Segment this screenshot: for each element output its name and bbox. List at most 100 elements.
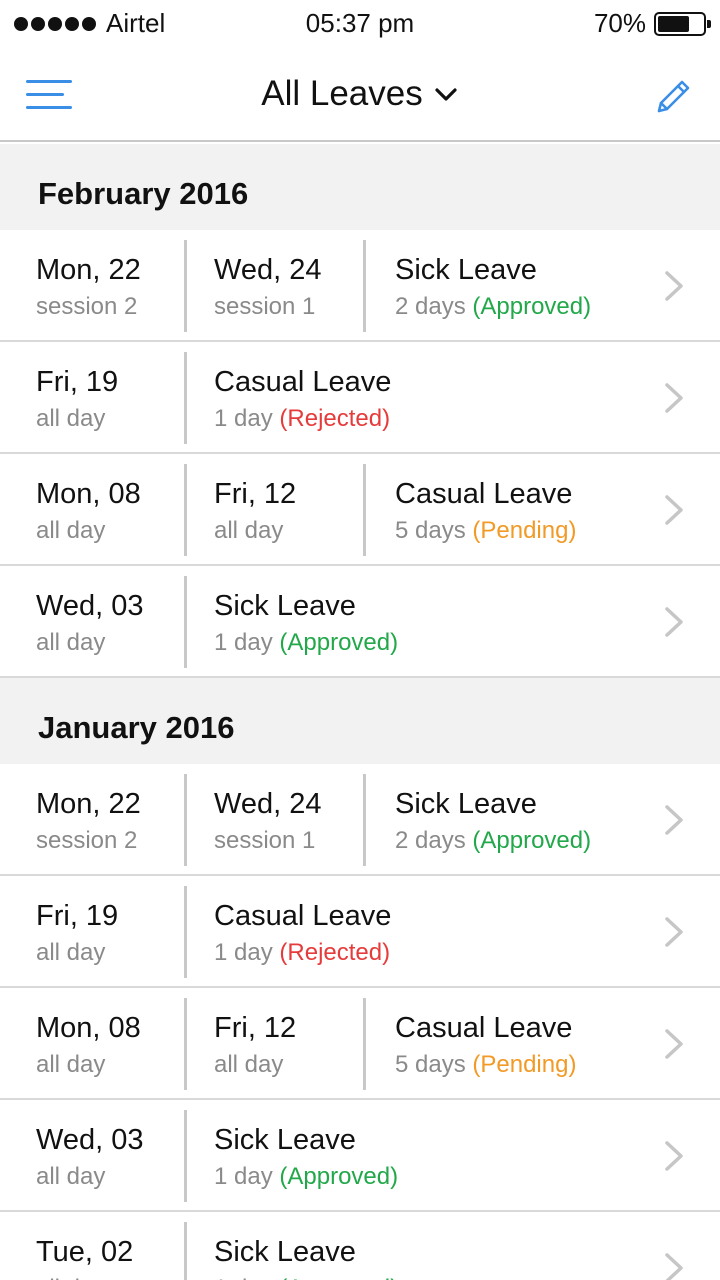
leave-summary: 5 days (Pending) xyxy=(395,1051,665,1079)
start-date: Tue, 02 xyxy=(36,1236,134,1268)
leave-row[interactable]: Tue, 02 all day Sick Leave 1 day (Approved) xyxy=(0,1212,720,1280)
column-divider xyxy=(184,774,187,866)
start-session: all day xyxy=(36,405,106,432)
end-date: Wed, 24 xyxy=(214,788,322,820)
section-header: January 2016 xyxy=(0,678,720,764)
column-divider xyxy=(184,1110,187,1202)
leave-summary: 1 day (Approved) xyxy=(214,629,634,657)
leave-start: Mon, 22 session 2 xyxy=(36,240,186,332)
chevron-right-icon xyxy=(662,268,686,304)
start-session: all day xyxy=(36,629,106,656)
leave-summary: 2 days (Approved) xyxy=(395,293,665,321)
leave-type: Sick Leave xyxy=(395,788,537,820)
leave-type: Sick Leave xyxy=(214,590,356,622)
end-session: session 1 xyxy=(214,293,316,320)
end-session: session 1 xyxy=(214,827,316,854)
leave-type: Casual Leave xyxy=(395,1012,573,1044)
leave-row[interactable]: Wed, 03 all day Sick Leave 1 day (Approved) xyxy=(0,1100,720,1212)
leave-info: Sick Leave 2 days (Approved) xyxy=(395,240,665,332)
leave-info: Casual Leave 1 day (Rejected) xyxy=(214,352,634,444)
leave-start: Fri, 19 all day xyxy=(36,352,186,444)
start-date: Mon, 22 xyxy=(36,254,141,286)
leave-start: Wed, 03 all day xyxy=(36,576,186,668)
status-badge: (Rejected) xyxy=(279,939,391,966)
leave-end: Wed, 24 session 1 xyxy=(214,774,364,866)
chevron-right-icon xyxy=(662,604,686,640)
battery-icon xyxy=(654,11,711,36)
end-date: Fri, 12 xyxy=(214,1012,297,1044)
leave-start: Mon, 08 all day xyxy=(36,998,186,1090)
start-session: all day xyxy=(36,1163,106,1190)
status-badge: (Approved) xyxy=(279,629,399,656)
leave-summary: 1 day (Rejected) xyxy=(214,405,634,433)
column-divider xyxy=(363,774,366,866)
leave-summary: 2 days (Approved) xyxy=(395,827,665,855)
leave-duration: 5 days xyxy=(395,517,466,544)
chevron-right-icon xyxy=(662,802,686,838)
status-bar-right: 70% xyxy=(593,8,711,39)
navigation-bar: All Leaves xyxy=(0,48,720,142)
column-divider xyxy=(184,240,187,332)
status-badge: (Rejected) xyxy=(279,405,391,432)
status-badge: (Approved) xyxy=(472,827,592,854)
leave-row[interactable]: Mon, 08 all day Fri, 12 all day Casual Leave… xyxy=(0,454,720,566)
leave-summary: 5 days (Pending) xyxy=(395,517,665,545)
start-session: session 2 xyxy=(36,293,138,320)
leave-type: Casual Leave xyxy=(214,366,392,398)
leave-type: Sick Leave xyxy=(214,1124,356,1156)
leave-row[interactable]: Wed, 03 all day Sick Leave 1 day (Approved) xyxy=(0,566,720,678)
column-divider xyxy=(184,464,187,556)
start-date: Fri, 19 xyxy=(36,366,119,398)
leave-type: Casual Leave xyxy=(214,900,392,932)
status-badge: (Pending) xyxy=(472,1051,577,1078)
column-divider xyxy=(363,998,366,1090)
leave-row[interactable]: Fri, 19 all day Casual Leave 1 day (Rejecte… xyxy=(0,342,720,454)
start-date: Mon, 08 xyxy=(36,1012,141,1044)
start-date: Wed, 03 xyxy=(36,1124,144,1156)
leave-info: Casual Leave 5 days (Pending) xyxy=(395,998,665,1090)
chevron-down-icon xyxy=(435,88,457,101)
leave-end: Fri, 12 all day xyxy=(214,464,364,556)
leave-info: Sick Leave 1 day (Approved) xyxy=(214,1222,634,1280)
column-divider xyxy=(184,576,187,668)
end-session: all day xyxy=(214,517,284,544)
leave-start: Mon, 08 all day xyxy=(36,464,186,556)
chevron-right-icon xyxy=(662,1250,686,1280)
leave-row[interactable]: Mon, 22 session 2 Wed, 24 session 1 Sick Lea… xyxy=(0,230,720,342)
leave-row[interactable]: Mon, 22 session 2 Wed, 24 session 1 Sick Lea… xyxy=(0,764,720,876)
start-date: Mon, 22 xyxy=(36,788,141,820)
column-divider xyxy=(363,240,366,332)
leave-list: February 2016 Mon, 22 session 2 Wed, 24 sess… xyxy=(0,144,720,1280)
start-date: Mon, 08 xyxy=(36,478,141,510)
status-badge: (Approved) xyxy=(472,293,592,320)
leave-info: Sick Leave 1 day (Approved) xyxy=(214,1110,634,1202)
status-badge: (Approved) xyxy=(279,1163,399,1190)
start-date: Wed, 03 xyxy=(36,590,144,622)
leave-info: Casual Leave 1 day (Rejected) xyxy=(214,886,634,978)
leave-filter-dropdown[interactable]: All Leaves xyxy=(0,74,720,114)
status-badge: (Approved) xyxy=(279,1275,398,1280)
leave-start: Mon, 22 session 2 xyxy=(36,774,186,866)
leave-row[interactable]: Fri, 19 all day Casual Leave 1 day (Rejecte… xyxy=(0,876,720,988)
leave-info: Sick Leave 2 days (Approved) xyxy=(395,774,665,866)
leave-duration: 1 day xyxy=(214,1275,273,1280)
battery-percentage: 70% xyxy=(593,8,646,38)
leave-type: Sick Leave xyxy=(214,1236,356,1268)
leave-duration: 1 day xyxy=(214,939,273,966)
end-date: Wed, 24 xyxy=(214,254,322,286)
leave-summary: 1 day (Approved) xyxy=(214,1163,634,1191)
leave-type: Sick Leave xyxy=(395,254,537,286)
leave-duration: 1 day xyxy=(214,405,273,432)
leave-end: Fri, 12 all day xyxy=(214,998,364,1090)
column-divider xyxy=(184,352,187,444)
edit-pencil-icon[interactable] xyxy=(652,74,694,116)
column-divider xyxy=(363,464,366,556)
leave-end: Wed, 24 session 1 xyxy=(214,240,364,332)
start-session: all day xyxy=(36,1275,186,1280)
leave-start: Fri, 19 all day xyxy=(36,886,186,978)
leave-type: Casual Leave xyxy=(395,478,573,510)
chevron-right-icon xyxy=(662,380,686,416)
leave-row[interactable]: Mon, 08 all day Fri, 12 all day Casual Leave… xyxy=(0,988,720,1100)
section-header: February 2016 xyxy=(0,144,720,230)
leave-start: Wed, 03 all day xyxy=(36,1110,186,1202)
